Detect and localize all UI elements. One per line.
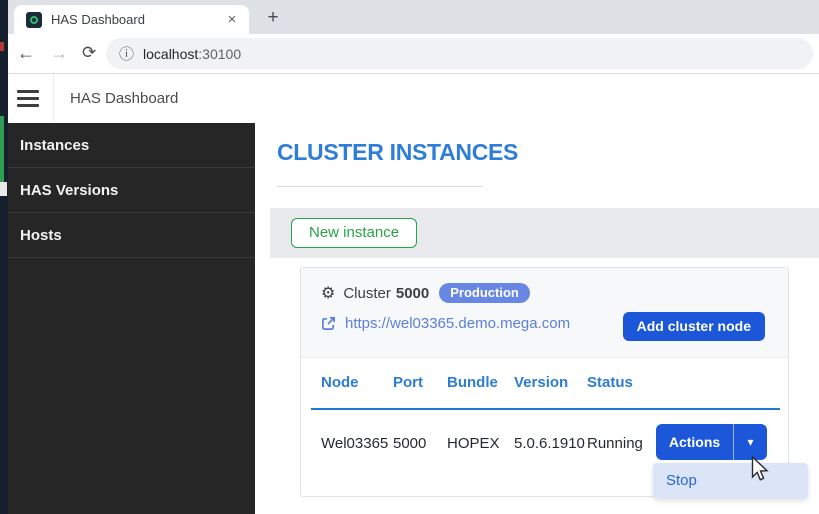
actions-button[interactable]: Actions bbox=[656, 424, 734, 460]
cell-node: Wel03365 bbox=[321, 435, 393, 452]
reload-icon[interactable]: ⟳ bbox=[82, 42, 96, 64]
new-tab-button[interactable]: + bbox=[261, 7, 285, 29]
column-header-status: Status bbox=[587, 374, 788, 391]
title-divider bbox=[277, 186, 483, 187]
edge-artifact-white bbox=[0, 182, 7, 196]
header-divider bbox=[53, 74, 54, 123]
url-host: localhost bbox=[143, 46, 198, 62]
table-header-underline bbox=[311, 408, 780, 410]
column-header-version: Version bbox=[514, 374, 587, 391]
sidebar-item-hosts[interactable]: Hosts bbox=[8, 213, 255, 258]
app-title: HAS Dashboard bbox=[70, 74, 178, 123]
gear-icon: ⚙ bbox=[321, 283, 335, 303]
browser-tab[interactable]: HAS Dashboard × bbox=[14, 5, 249, 34]
cluster-label: Cluster bbox=[343, 285, 391, 302]
environment-badge: Production bbox=[439, 283, 530, 303]
mouse-cursor bbox=[747, 454, 771, 484]
cluster-card-header: ⚙ Cluster 5000 Production https://wel033… bbox=[301, 268, 788, 358]
table-header-row: Node Port Bundle Version Status bbox=[321, 374, 788, 391]
url-field[interactable]: ⓘ localhost:30100 bbox=[106, 38, 813, 69]
page-title: CLUSTER INSTANCES bbox=[277, 139, 518, 166]
column-header-node: Node bbox=[321, 374, 393, 391]
external-link-icon bbox=[321, 316, 336, 331]
cell-port: 5000 bbox=[393, 435, 447, 452]
main-content: CLUSTER INSTANCES New instance ⚙ Cluster… bbox=[255, 123, 819, 514]
cluster-url-link[interactable]: https://wel03365.demo.mega.com bbox=[345, 315, 570, 332]
app-header: HAS Dashboard bbox=[0, 74, 819, 123]
cluster-link-row: https://wel03365.demo.mega.com bbox=[321, 315, 570, 332]
favicon-icon bbox=[26, 12, 42, 28]
forward-icon[interactable]: → bbox=[50, 42, 68, 64]
instances-toolbar: New instance bbox=[270, 208, 819, 258]
edge-artifact-green bbox=[0, 116, 4, 190]
column-header-bundle: Bundle bbox=[447, 374, 514, 391]
window-edge-strip bbox=[0, 0, 8, 514]
tab-strip: HAS Dashboard × + bbox=[0, 0, 819, 34]
close-tab-icon[interactable]: × bbox=[223, 11, 241, 29]
menu-item-stop[interactable]: Stop bbox=[653, 463, 808, 499]
edge-artifact-red bbox=[0, 42, 4, 51]
browser-window: HAS Dashboard × + ← → ⟳ ⓘ localhost:3010… bbox=[0, 0, 819, 514]
cluster-title-row: ⚙ Cluster 5000 Production bbox=[321, 283, 530, 303]
new-instance-button[interactable]: New instance bbox=[291, 218, 417, 248]
actions-dropdown-menu: Stop bbox=[653, 463, 808, 499]
add-cluster-node-button[interactable]: Add cluster node bbox=[623, 312, 765, 341]
back-icon[interactable]: ← bbox=[17, 42, 35, 64]
address-bar: ← → ⟳ ⓘ localhost:30100 bbox=[0, 34, 819, 74]
cell-bundle: HOPEX bbox=[447, 435, 514, 452]
hamburger-menu-icon[interactable] bbox=[17, 90, 39, 107]
page-info-icon[interactable]: ⓘ bbox=[119, 43, 134, 64]
tab-title: HAS Dashboard bbox=[51, 12, 223, 27]
column-header-port: Port bbox=[393, 374, 447, 391]
url-port: :30100 bbox=[198, 46, 241, 62]
cluster-number: 5000 bbox=[396, 285, 429, 302]
sidebar-item-instances[interactable]: Instances bbox=[8, 123, 255, 168]
sidebar: Instances HAS Versions Hosts bbox=[8, 123, 255, 514]
cell-version: 5.0.6.1910 bbox=[514, 435, 587, 452]
sidebar-item-has-versions[interactable]: HAS Versions bbox=[8, 168, 255, 213]
chevron-down-icon: ▾ bbox=[747, 435, 753, 449]
